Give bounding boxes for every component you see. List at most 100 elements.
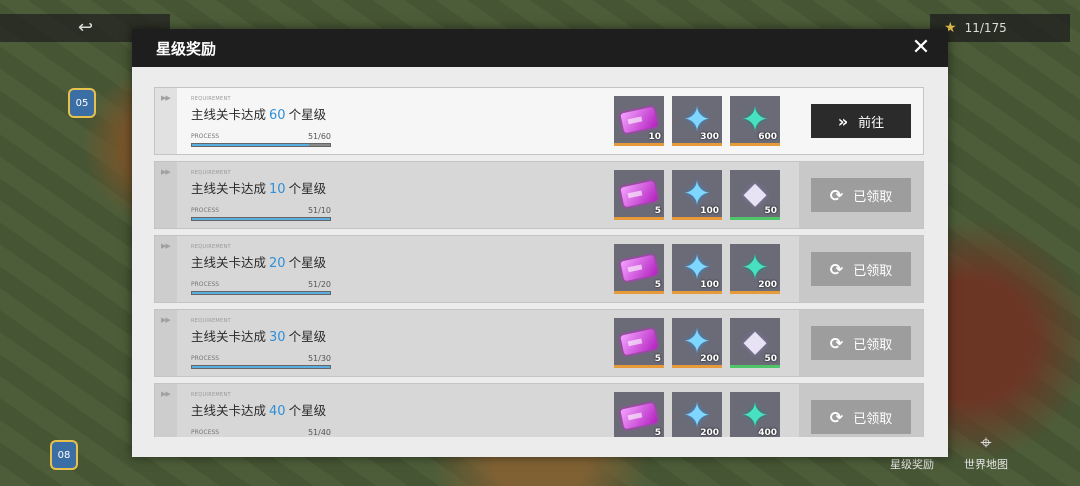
ticket-icon [620, 180, 658, 208]
star-count-text: 11/175 [964, 21, 1007, 35]
reward-item[interactable]: ✦ 600 [730, 96, 780, 146]
nav-world-map-label: 世界地图 [964, 458, 1008, 471]
double-arrow-icon: ▶▶ [161, 168, 171, 176]
reward-item[interactable]: 5 [614, 244, 664, 294]
requirement-suffix: 个星级 [288, 403, 327, 418]
nav-star-reward[interactable]: 星级奖励 [890, 456, 934, 472]
progress-bar [191, 365, 331, 369]
ticket-icon [620, 402, 658, 430]
process-label: PROCESS [191, 281, 220, 288]
star-counter: ★ 11/175 [930, 14, 1070, 42]
double-arrow-icon: ▶▶ [161, 242, 171, 250]
reward-item[interactable]: 5 [614, 392, 664, 437]
process-value: 51/30 [307, 354, 331, 363]
process-label: PROCESS [191, 207, 220, 214]
reward-item[interactable]: 5 [614, 318, 664, 368]
reward-item[interactable]: 5 [614, 170, 664, 220]
process-label: PROCESS [191, 133, 220, 140]
dialog-header: 星级奖励 ✕ [132, 29, 948, 67]
progress-bar [191, 217, 331, 221]
go-button[interactable]: » 前往 [811, 104, 911, 138]
action-label: 已领取 [853, 411, 893, 427]
reward-quantity: 600 [758, 132, 777, 142]
action-label: 已领取 [853, 337, 893, 353]
reward-item[interactable]: ✦ 100 [672, 244, 722, 294]
action-zone: » 前往 [799, 88, 923, 154]
requirement-label: REQUIREMENT [191, 170, 231, 176]
refresh-icon: ⟳ [829, 185, 844, 205]
row-requirement: REQUIREMENT 主线关卡达成 40 个星级 PROCESS 51/40 [177, 384, 339, 437]
row-stripe: ▶▶ [155, 236, 177, 302]
reward-quantity: 50 [764, 206, 777, 216]
action-label: 已领取 [853, 263, 893, 279]
process-value: 51/20 [307, 280, 331, 289]
reward-list[interactable]: ▶▶ REQUIREMENT 主线关卡达成 60 个星级 PROCESS 51/60 10 ✦ 3… [154, 87, 924, 437]
reward-item[interactable]: ✦ 200 [672, 318, 722, 368]
action-zone: ⟳ 已领取 [799, 162, 923, 228]
reward-item[interactable]: ✦ 200 [730, 244, 780, 294]
process-value: 51/60 [307, 132, 331, 141]
ticket-icon [620, 254, 658, 282]
requirement-text: 主线关卡达成 40 个星级 [191, 400, 326, 419]
claimed-button[interactable]: ⟳ 已领取 [811, 252, 911, 286]
progress-fill [192, 292, 330, 294]
requirement-label: REQUIREMENT [191, 392, 231, 398]
requirement-prefix: 主线关卡达成 [191, 329, 267, 344]
reward-items: 5 ✦ 200 ◆ 50 [614, 318, 780, 368]
reward-quantity: 5 [654, 206, 661, 216]
action-label: 前往 [858, 115, 885, 131]
refresh-icon: ⟳ [829, 259, 844, 279]
reward-quantity: 400 [758, 428, 777, 437]
claimed-button[interactable]: ⟳ 已领取 [811, 326, 911, 360]
nav-star-reward-label: 星级奖励 [890, 458, 934, 471]
double-arrow-icon: ▶▶ [161, 316, 171, 324]
requirement-prefix: 主线关卡达成 [191, 107, 267, 122]
row-stripe: ▶▶ [155, 88, 177, 154]
reward-row: ▶▶ REQUIREMENT 主线关卡达成 60 个星级 PROCESS 51/60 10 ✦ 3… [154, 87, 924, 155]
reward-item[interactable]: ◆ 50 [730, 318, 780, 368]
requirement-target: 60 [269, 108, 286, 123]
claimed-button[interactable]: ⟳ 已领取 [811, 400, 911, 434]
ticket-icon [620, 106, 658, 134]
requirement-prefix: 主线关卡达成 [191, 255, 267, 270]
process-value: 51/10 [307, 206, 331, 215]
reward-item[interactable]: ✦ 100 [672, 170, 722, 220]
action-zone: ⟳ 已领取 [799, 236, 923, 302]
double-chevron-icon: » [837, 111, 849, 131]
reward-quantity: 200 [700, 428, 719, 437]
progress-fill [192, 218, 330, 220]
row-requirement: REQUIREMENT 主线关卡达成 60 个星级 PROCESS 51/60 [177, 88, 339, 154]
dialog-title: 星级奖励 [156, 39, 217, 58]
double-arrow-icon: ▶▶ [161, 94, 171, 102]
nav-world-map[interactable]: ⌖ 世界地图 [964, 430, 1008, 472]
back-arrow-icon[interactable]: ↩ [78, 17, 93, 38]
reward-item[interactable]: ✦ 200 [672, 392, 722, 437]
requirement-text: 主线关卡达成 10 个星级 [191, 178, 326, 197]
requirement-suffix: 个星级 [288, 329, 327, 344]
claimed-button[interactable]: ⟳ 已领取 [811, 178, 911, 212]
reward-item[interactable]: ◆ 50 [730, 170, 780, 220]
requirement-label: REQUIREMENT [191, 96, 231, 102]
requirement-target: 10 [269, 182, 286, 197]
process-value: 51/40 [307, 428, 331, 437]
requirement-target: 40 [269, 404, 286, 419]
reward-item[interactable]: ✦ 300 [672, 96, 722, 146]
requirement-prefix: 主线关卡达成 [191, 181, 267, 196]
reward-quantity: 10 [648, 132, 661, 142]
row-stripe: ▶▶ [155, 384, 177, 437]
double-arrow-icon: ▶▶ [161, 390, 171, 398]
progress-fill [192, 366, 330, 368]
requirement-text: 主线关卡达成 30 个星级 [191, 326, 326, 345]
reward-item[interactable]: ✦ 400 [730, 392, 780, 437]
close-icon[interactable]: ✕ [908, 35, 934, 61]
reward-row: ▶▶ REQUIREMENT 主线关卡达成 10 个星级 PROCESS 51/10 5 ✦ 10… [154, 161, 924, 229]
refresh-icon: ⟳ [829, 407, 844, 427]
reward-row: ▶▶ REQUIREMENT 主线关卡达成 20 个星级 PROCESS 51/20 5 ✦ 10… [154, 235, 924, 303]
map-stage-node[interactable]: 08 [50, 440, 78, 470]
reward-quantity: 100 [700, 206, 719, 216]
reward-item[interactable]: 10 [614, 96, 664, 146]
row-requirement: REQUIREMENT 主线关卡达成 20 个星级 PROCESS 51/20 [177, 236, 339, 302]
progress-bar [191, 143, 331, 147]
progress-bar [191, 291, 331, 295]
map-stage-node[interactable]: 05 [68, 88, 96, 118]
